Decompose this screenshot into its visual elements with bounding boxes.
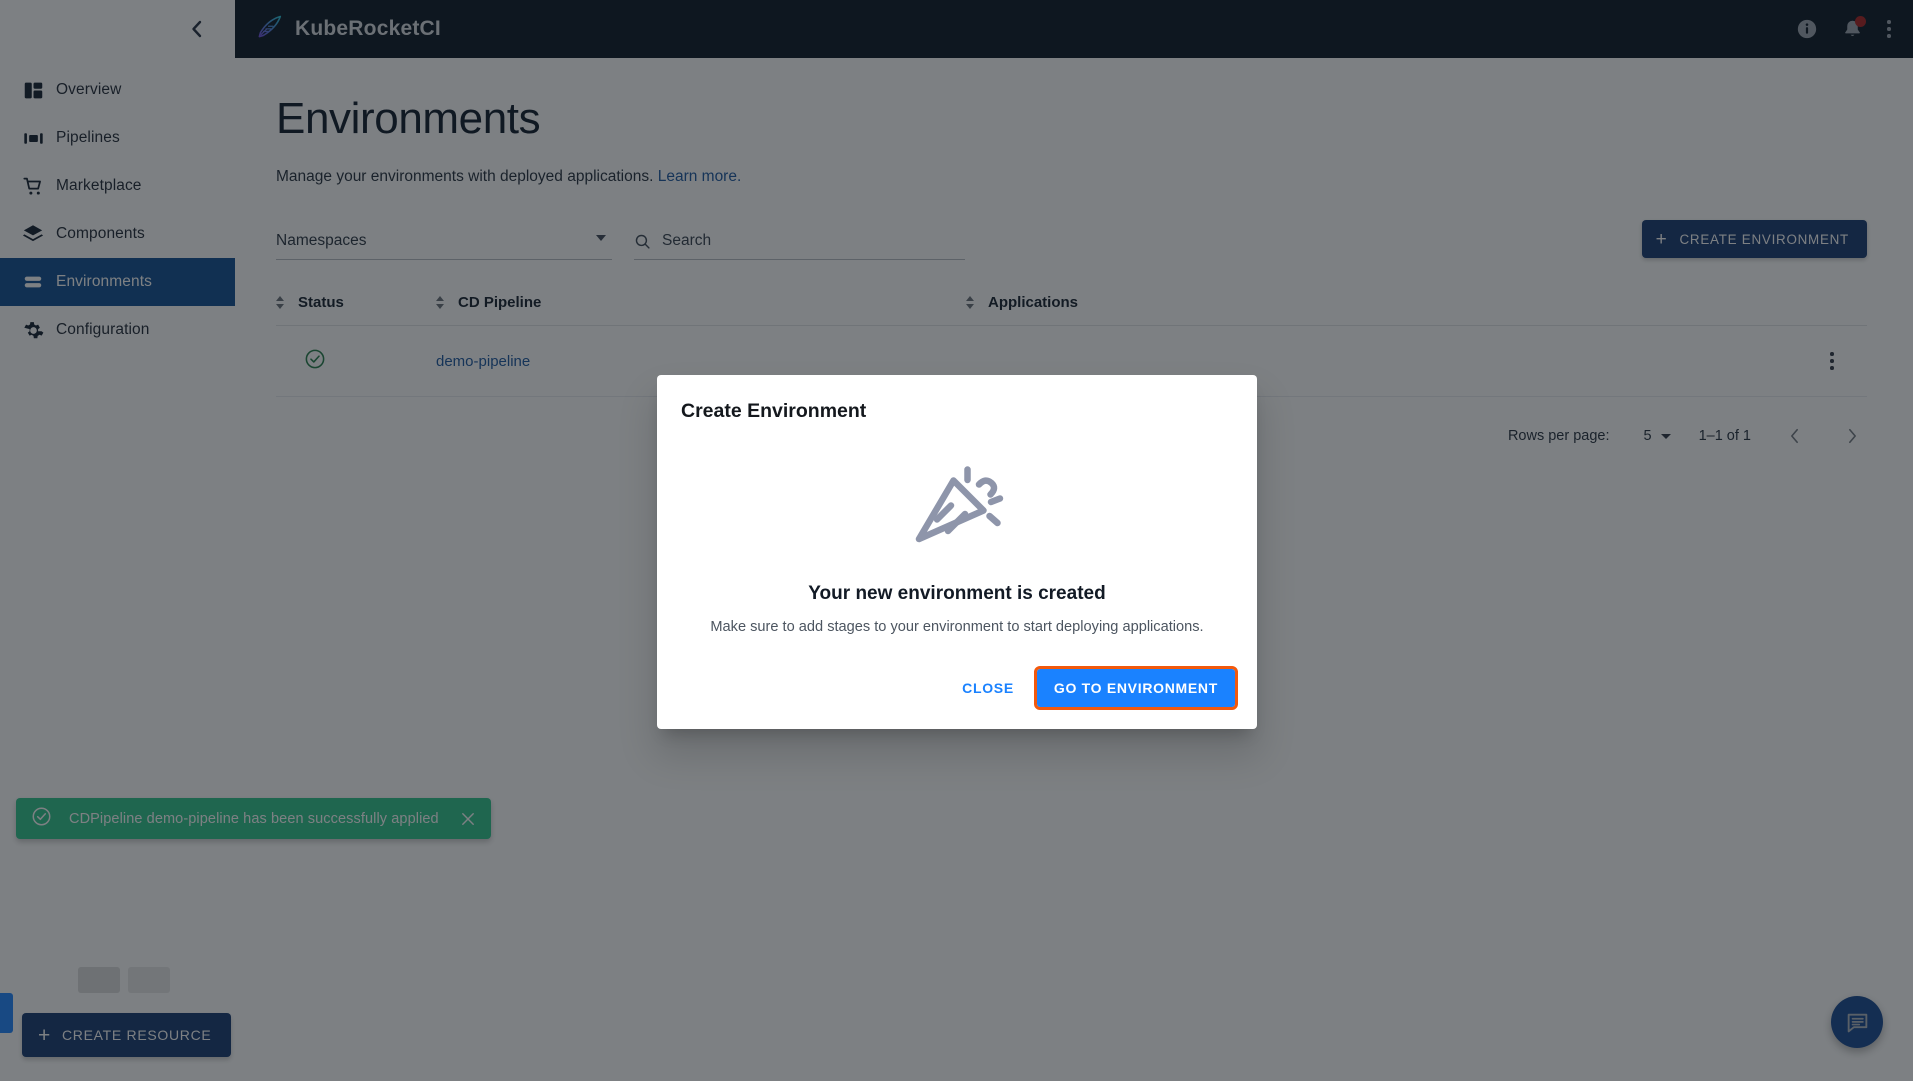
- dialog-heading: Your new environment is created: [808, 583, 1106, 604]
- party-popper-icon: [681, 461, 1233, 553]
- close-button[interactable]: CLOSE: [949, 671, 1027, 705]
- create-environment-dialog: Create Environment Your new environment …: [657, 375, 1257, 729]
- dialog-actions: CLOSE GO TO ENVIRONMENT: [657, 645, 1257, 729]
- dialog-body: Your new environment is created Make sur…: [657, 423, 1257, 645]
- dialog-title: Create Environment: [681, 400, 867, 422]
- app-root: Overview Pipelines: [0, 0, 1913, 1081]
- dialog-message: Make sure to add stages to your environm…: [710, 619, 1204, 635]
- go-to-environment-button[interactable]: GO TO ENVIRONMENT: [1033, 666, 1239, 710]
